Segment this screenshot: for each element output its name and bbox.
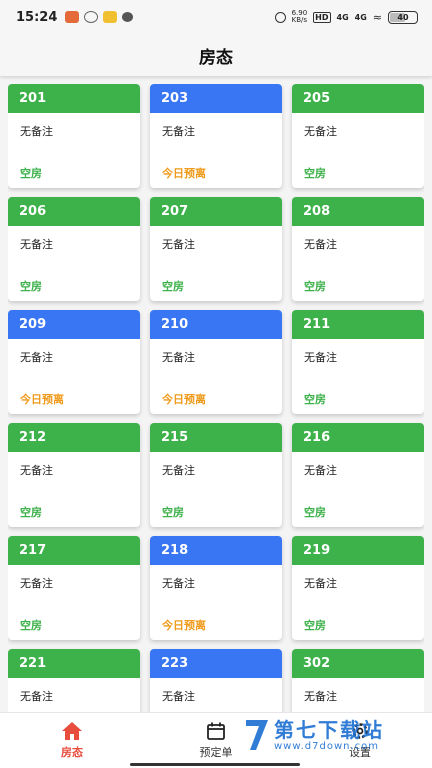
status-bar: 15:24 6.90 KB/s HD 4G 4G ≈ 40 (0, 0, 432, 34)
network-speed: 6.90 KB/s (291, 9, 308, 24)
room-card[interactable]: 207 无备注 空房 (150, 197, 282, 301)
room-card[interactable]: 212 无备注 空房 (8, 423, 140, 527)
battery-icon: 40 (388, 10, 418, 24)
watermark-url: www.d7down.com (274, 740, 380, 752)
room-status: 空房 (20, 506, 42, 519)
room-note: 无备注 (304, 690, 337, 703)
room-note: 无备注 (162, 238, 195, 251)
room-card[interactable]: 201 无备注 空房 (8, 84, 140, 188)
page-title: 房态 (199, 47, 233, 68)
room-note: 无备注 (162, 125, 195, 138)
hd-badge: HD (313, 11, 331, 23)
room-number: 203 (150, 84, 282, 113)
watermark: 第七下载站 www.d7down.com (244, 718, 384, 752)
room-card[interactable]: 218 无备注 今日预离 (150, 536, 282, 640)
room-card[interactable]: 205 无备注 空房 (292, 84, 424, 188)
home-icon (61, 721, 83, 741)
room-status: 空房 (20, 167, 42, 180)
game-app-icon (103, 11, 118, 23)
room-status: 空房 (304, 619, 326, 632)
app-header: 房态 (0, 34, 432, 76)
room-status: 今日预离 (162, 167, 206, 180)
battery-level: 40 (397, 12, 409, 22)
room-note: 无备注 (20, 351, 53, 364)
room-card[interactable]: 219 无备注 空房 (292, 536, 424, 640)
signal-4g-2: 4G (354, 12, 367, 22)
room-status: 今日预离 (162, 619, 206, 632)
room-note: 无备注 (20, 464, 53, 477)
loop-icon (84, 11, 99, 23)
room-status: 空房 (304, 393, 326, 406)
room-number: 207 (150, 197, 282, 226)
room-note: 无备注 (20, 125, 53, 138)
room-status: 空房 (20, 280, 42, 293)
status-time: 15:24 (16, 9, 58, 25)
room-note: 无备注 (20, 238, 53, 251)
room-grid: 201 无备注 空房 203 无备注 今日预离 205 无备注 空房 206 无… (8, 84, 424, 712)
room-note: 无备注 (304, 351, 337, 364)
room-number: 216 (292, 423, 424, 452)
room-note: 无备注 (162, 464, 195, 477)
room-status: 空房 (162, 280, 184, 293)
status-right: 6.90 KB/s HD 4G 4G ≈ 40 (274, 9, 418, 24)
room-note: 无备注 (304, 464, 337, 477)
watermark-logo-icon (246, 720, 268, 750)
room-number: 223 (150, 649, 282, 678)
room-card[interactable]: 215 无备注 空房 (150, 423, 282, 527)
wifi-icon: ≈ (372, 10, 382, 24)
room-card[interactable]: 203 无备注 今日预离 (150, 84, 282, 188)
room-note: 无备注 (304, 238, 337, 251)
room-card[interactable]: 206 无备注 空房 (8, 197, 140, 301)
room-number: 215 (150, 423, 282, 452)
room-number: 217 (8, 536, 140, 565)
alarm-icon (274, 11, 286, 23)
room-number: 219 (292, 536, 424, 565)
room-status: 空房 (162, 506, 184, 519)
nav-label-reservations: 预定单 (199, 746, 233, 759)
room-note: 无备注 (304, 125, 337, 138)
room-number: 206 (8, 197, 140, 226)
room-card[interactable]: 209 无备注 今日预离 (8, 310, 140, 414)
room-status: 今日预离 (20, 393, 64, 406)
room-note: 无备注 (20, 690, 53, 703)
room-card[interactable]: 302 无备注 (292, 649, 424, 712)
room-card[interactable]: 223 无备注 (150, 649, 282, 712)
signal-app-icon (65, 11, 80, 23)
room-card[interactable]: 210 无备注 今日预离 (150, 310, 282, 414)
room-note: 无备注 (162, 351, 195, 364)
room-note: 无备注 (162, 690, 195, 703)
room-card[interactable]: 217 无备注 空房 (8, 536, 140, 640)
room-status: 空房 (304, 506, 326, 519)
room-card[interactable]: 221 无备注 (8, 649, 140, 712)
room-number: 218 (150, 536, 282, 565)
home-indicator[interactable] (130, 763, 300, 766)
room-card[interactable]: 208 无备注 空房 (292, 197, 424, 301)
room-status: 空房 (304, 280, 326, 293)
room-number: 205 (292, 84, 424, 113)
room-status: 今日预离 (162, 393, 206, 406)
room-number: 209 (8, 310, 140, 339)
room-number: 221 (8, 649, 140, 678)
room-card[interactable]: 211 无备注 空房 (292, 310, 424, 414)
room-status: 空房 (304, 167, 326, 180)
room-note: 无备注 (20, 577, 53, 590)
nav-label-room-status: 房态 (61, 746, 83, 759)
room-status: 空房 (20, 619, 42, 632)
room-card[interactable]: 216 无备注 空房 (292, 423, 424, 527)
room-number: 201 (8, 84, 140, 113)
room-number: 210 (150, 310, 282, 339)
watermark-title: 第七下载站 (274, 717, 384, 742)
room-note: 无备注 (162, 577, 195, 590)
room-number: 208 (292, 197, 424, 226)
room-note: 无备注 (304, 577, 337, 590)
room-number: 211 (292, 310, 424, 339)
signal-4g-1: 4G (336, 12, 349, 22)
room-number: 302 (292, 649, 424, 678)
room-number: 212 (8, 423, 140, 452)
chat-bubble-icon (122, 12, 134, 22)
status-notification-icons (65, 11, 134, 23)
calendar-icon (205, 721, 227, 741)
nav-item-room-status[interactable]: 房态 (0, 713, 144, 768)
